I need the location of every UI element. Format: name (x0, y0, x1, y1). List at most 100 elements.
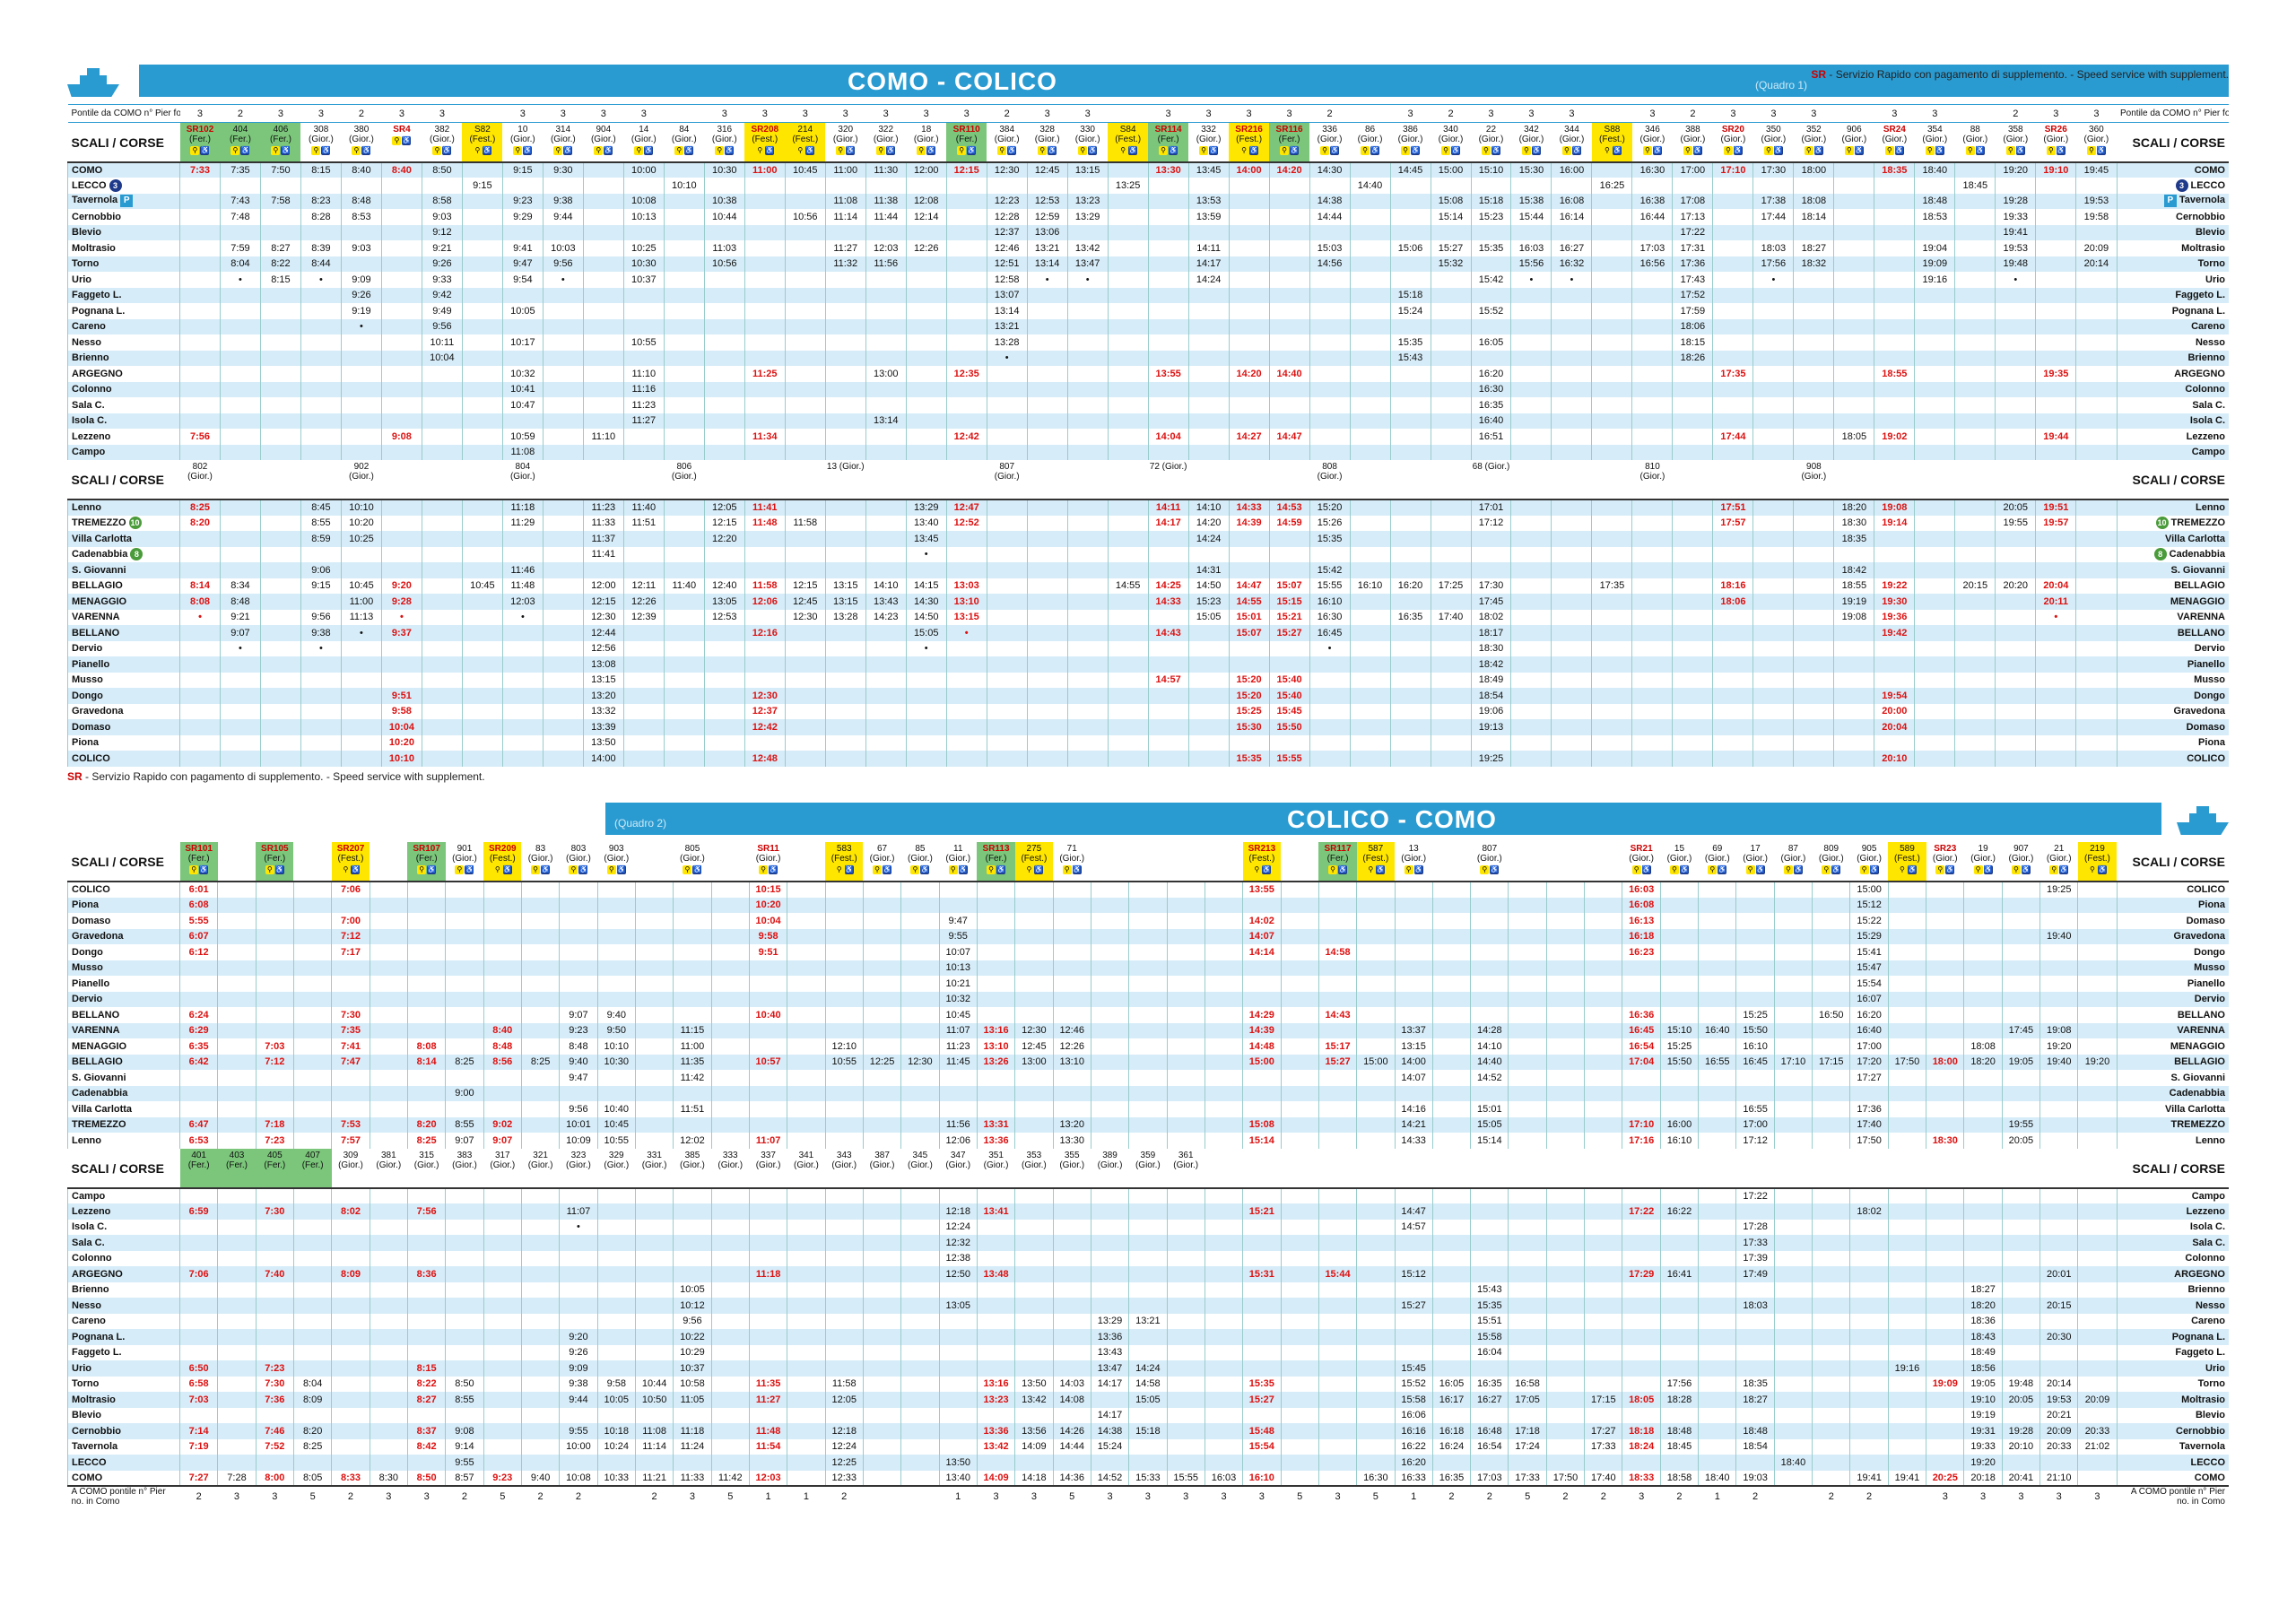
time-cell (634, 1298, 674, 1314)
time-cell (1551, 499, 1592, 516)
course-kind: (Fest.) (489, 854, 516, 864)
time-cell (1356, 1085, 1395, 1101)
course-header: 84 (Gior.) ⚲ ♿ (664, 122, 705, 163)
time-cell (1631, 224, 1673, 240)
subcourse-header (1356, 1148, 1395, 1189)
time-cell (1752, 578, 1794, 594)
time-cell (1551, 381, 1592, 397)
time-cell: 9:07 (445, 1133, 484, 1149)
time-cell: 8:42 (406, 1438, 446, 1455)
time-cell (259, 318, 301, 334)
time-cell (824, 381, 866, 397)
time-cell: 19:13 (1470, 719, 1511, 735)
time-cell (1874, 640, 1915, 656)
time-cell (483, 960, 522, 976)
time-cell (900, 1344, 940, 1360)
course-kind: (Gior.) (349, 135, 374, 144)
time-cell (1551, 751, 1592, 767)
time-cell: 11:51 (673, 1101, 712, 1117)
pier-number: 3 (2035, 104, 2076, 123)
time-cell (1242, 1360, 1282, 1377)
time-cell (1712, 318, 1753, 334)
time-cell: 19:41 (1849, 1470, 1889, 1486)
service-icons: ⚲ ♿ (1270, 146, 1309, 155)
time-cell (1793, 640, 1834, 656)
time-cell (1470, 734, 1511, 751)
course-number: 907 (2013, 844, 2029, 854)
time-cell: 10:56 (703, 256, 745, 272)
time-cell (1107, 688, 1149, 704)
time-cell: 6:12 (178, 944, 218, 960)
station-label: Cernobbio (72, 1425, 121, 1437)
time-cell (1926, 1423, 1964, 1439)
station-label: Villa Carlotta (72, 533, 133, 544)
time-cell (292, 1250, 332, 1266)
time-cell (1591, 609, 1632, 625)
station-label: Moltrasio (72, 1394, 116, 1405)
time-cell (945, 656, 987, 673)
time-cell (1926, 1298, 1964, 1314)
time-cell (1349, 688, 1391, 704)
time-cell (542, 287, 584, 303)
time-cell (340, 734, 382, 751)
time-cell (340, 256, 382, 272)
time-cell: 7:43 (219, 193, 261, 209)
time-cell (1812, 1266, 1850, 1282)
time-cell (2001, 882, 2040, 898)
pier-number: 5 (483, 1485, 522, 1507)
time-cell: 11:58 (744, 578, 786, 594)
time-cell: 12:10 (824, 1038, 864, 1055)
time-cell (787, 1376, 826, 1392)
time-cell (1545, 1266, 1585, 1282)
service-icons: ⚲ ♿ (1391, 146, 1430, 155)
stop-row: Cadenabbia 8 11:41 • 8 Cadenabbia (67, 546, 2229, 562)
time-cell (1389, 224, 1431, 240)
time-cell (1356, 944, 1395, 960)
time-cell (178, 1085, 218, 1101)
time-cell (1995, 546, 2036, 562)
bike-icon: ⚲ (1521, 146, 1531, 155)
time-cell: 13:45 (905, 531, 947, 547)
time-cell (710, 1219, 750, 1235)
time-cell (483, 1392, 522, 1408)
stop-row: LECCO 3 9:15 10:10 13:25 14:40 16:25 18:45 3 LECC… (67, 178, 2229, 194)
stop-row: Careno • 9:56 13:21 18:06 Careno (67, 318, 2229, 334)
timetable-2: SCALI / CORSE SR101 (Fer.) ⚲ ♿ SR105 (Fer.) ⚲ ♿ S… (67, 842, 2229, 1507)
time-cell: 14:08 (1052, 1392, 1091, 1408)
time-cell (179, 703, 221, 719)
time-cell: 13:28 (986, 334, 1028, 351)
service-icons: ⚲ ♿ (463, 146, 501, 155)
stop-row: TREMEZZO 10 8:20 8:55 10:20 11:29 11:33 11:51 12… (67, 515, 2229, 531)
time-cell (1812, 991, 1850, 1007)
time-cell: • (2035, 609, 2076, 625)
time-cell: 14:57 (1147, 672, 1189, 688)
time-cell: 14:20 (1187, 515, 1230, 531)
time-cell (1394, 1187, 1433, 1203)
time-cell (1318, 1298, 1357, 1314)
time-cell: 12:52 (945, 515, 987, 531)
stop-row: Villa Carlotta 8:59 10:25 11:37 12:20 13:45 14… (67, 531, 2229, 547)
service-icons: ⚲ ♿ (181, 865, 217, 874)
time-cell (1147, 381, 1189, 397)
time-cell (255, 976, 294, 992)
course-header (635, 842, 674, 882)
time-cell: 12:05 (824, 1392, 864, 1408)
pier-number: 1 (1698, 1485, 1736, 1507)
course-number: 14 (639, 125, 649, 135)
time-cell: 18:42 (1470, 656, 1511, 673)
time-cell (179, 209, 221, 225)
time-cell (784, 318, 826, 334)
time-cell (483, 944, 522, 960)
time-cell (1508, 928, 1547, 944)
course-number: 18 (921, 125, 932, 135)
time-cell (1812, 1298, 1850, 1314)
time-cell (1309, 656, 1351, 673)
time-cell (1551, 287, 1592, 303)
station-name: Faggeto L. (67, 287, 180, 303)
time-cell (1026, 397, 1068, 413)
time-cell (1318, 991, 1357, 1007)
time-cell (938, 1187, 978, 1203)
time-cell (1963, 1219, 2003, 1235)
course-kind: (Fer.) (1157, 135, 1179, 144)
time-cell (1926, 1455, 1964, 1471)
